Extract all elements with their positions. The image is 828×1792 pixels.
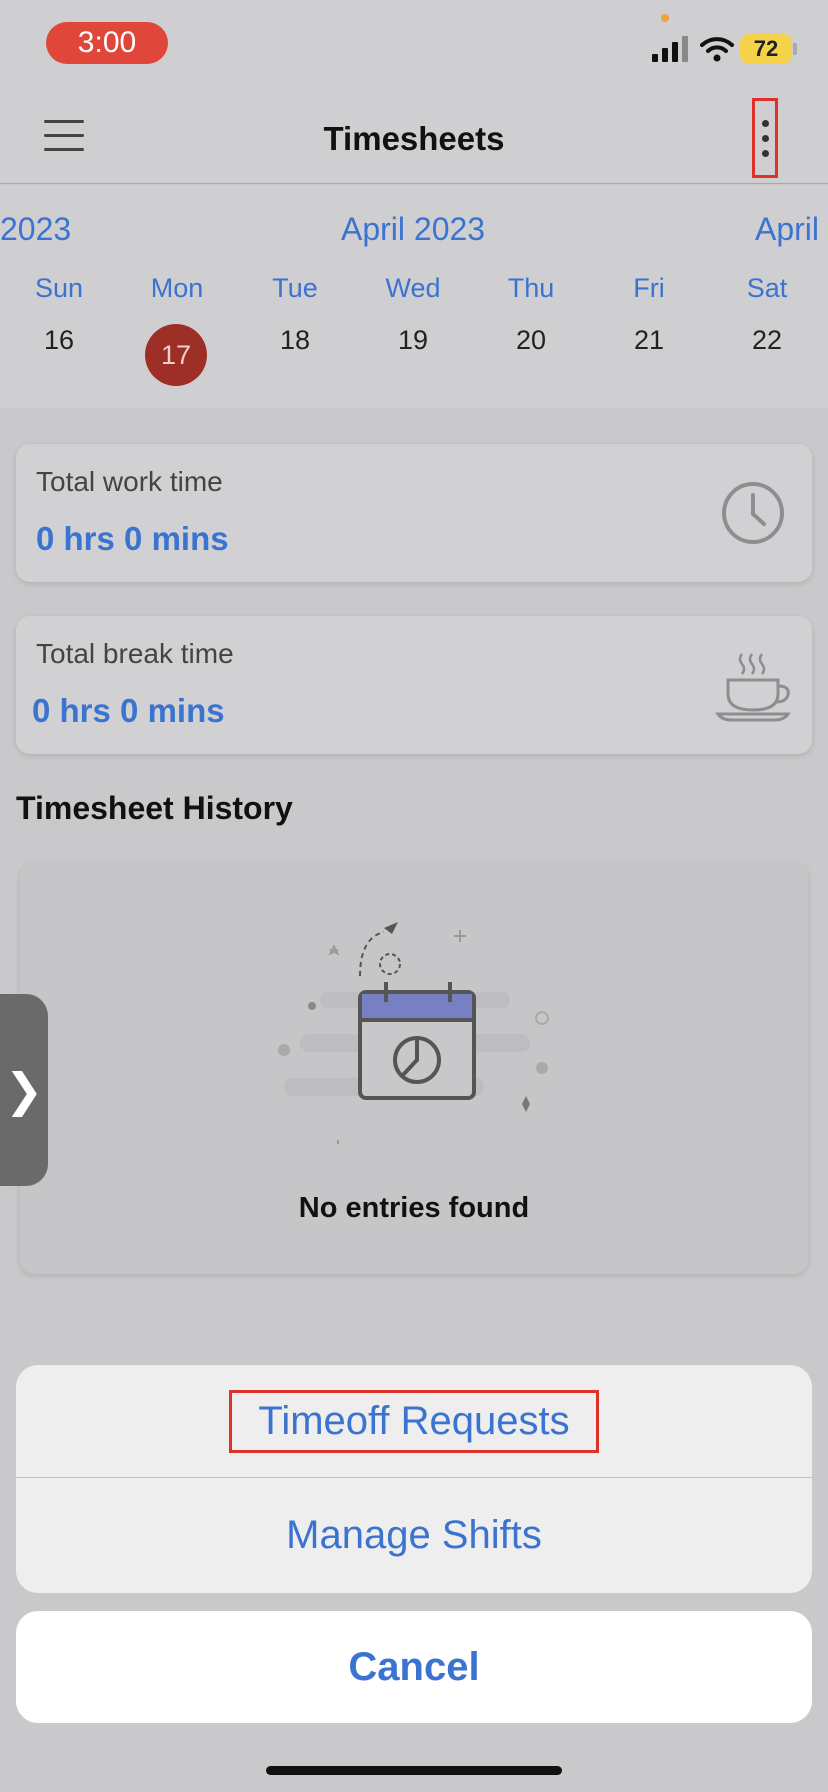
timeoff-requests-label: Timeoff Requests xyxy=(229,1389,599,1453)
app-header: Timesheets xyxy=(0,92,828,184)
weekday-label: Wed xyxy=(385,273,441,303)
chevron-right-icon: ❯ xyxy=(4,1064,44,1116)
empty-calendar-illustration xyxy=(278,922,549,1144)
prev-month-label[interactable]: 2023 xyxy=(0,211,71,248)
battery-icon: 72 xyxy=(740,34,792,64)
more-options-icon[interactable] xyxy=(752,98,778,178)
coffee-cup-icon xyxy=(715,653,791,722)
status-time: 3:00 xyxy=(46,22,168,64)
calendar-day-selected[interactable]: 17 xyxy=(145,324,207,386)
break-time-card: Total break time 0 hrs 0 mins xyxy=(16,616,812,754)
wifi-icon xyxy=(700,37,734,62)
empty-state-text: No entries found xyxy=(298,1192,530,1224)
work-time-value: 0 hrs 0 mins xyxy=(36,520,229,557)
manage-shifts-label: Manage Shifts xyxy=(286,1513,542,1557)
timeoff-requests-button[interactable]: Timeoff Requests xyxy=(16,1365,812,1478)
page-title: Timesheets xyxy=(323,120,505,157)
calendar-day[interactable]: 22 xyxy=(708,323,826,357)
manage-shifts-button[interactable]: Manage Shifts xyxy=(16,1479,812,1592)
next-month-label[interactable]: April xyxy=(755,211,819,248)
weekday-label: Sun xyxy=(34,273,84,303)
weekday-label: Thu xyxy=(507,273,555,303)
calendar-day[interactable]: 16 xyxy=(0,323,118,357)
weekday-label: Sat xyxy=(746,273,788,303)
cellular-signal-icon xyxy=(652,36,688,62)
battery-tip xyxy=(793,43,797,55)
home-indicator[interactable] xyxy=(266,1766,562,1775)
clock-icon xyxy=(722,482,784,544)
history-card: No entries found xyxy=(20,862,808,1274)
side-drawer-handle[interactable]: ❯ xyxy=(0,994,48,1186)
action-sheet: Timeoff Requests Manage Shifts xyxy=(16,1365,812,1593)
week-calendar: 2023 April 2023 April Sun Mon Tue Wed Th… xyxy=(0,185,828,408)
break-time-value: 0 hrs 0 mins xyxy=(32,692,225,729)
calendar-day[interactable]: 18 xyxy=(236,323,354,357)
calendar-day[interactable]: 19 xyxy=(354,323,472,357)
status-bar: 3:00 72 xyxy=(0,0,828,92)
cancel-button[interactable]: Cancel xyxy=(16,1611,812,1723)
break-time-label: Total break time xyxy=(36,638,234,669)
current-month-label: April 2023 xyxy=(341,211,486,247)
calendar-day[interactable]: 20 xyxy=(472,323,590,357)
work-time-card: Total work time 0 hrs 0 mins xyxy=(16,444,812,582)
history-title: Timesheet History xyxy=(16,790,293,826)
calendar-day[interactable]: 21 xyxy=(590,323,708,357)
weekday-label: Mon xyxy=(150,273,204,303)
weekday-label: Tue xyxy=(272,273,318,303)
privacy-indicator-dot xyxy=(661,14,669,22)
weekday-label: Fri xyxy=(633,273,665,303)
work-time-label: Total work time xyxy=(36,466,223,497)
